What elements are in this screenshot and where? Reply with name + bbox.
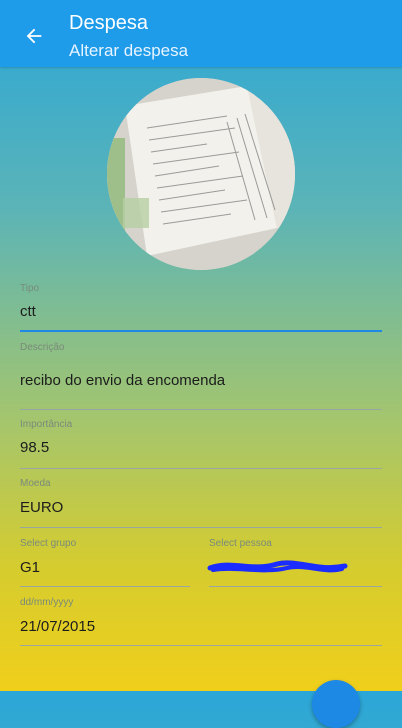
descricao-underline [20, 409, 382, 410]
pessoa-underline [209, 586, 382, 587]
receipt-photo[interactable] [107, 78, 295, 270]
data-underline [20, 645, 382, 646]
importancia-input[interactable]: 98.5 [20, 438, 49, 458]
redaction-scribble [207, 560, 348, 573]
descricao-label: Descrição [20, 342, 65, 353]
app-bar: Despesa Alterar despesa [0, 0, 402, 67]
data-input[interactable]: 21/07/2015 [20, 617, 95, 637]
back-button[interactable] [14, 20, 54, 52]
importancia-label: Importância [20, 419, 73, 430]
grupo-label: Select grupo [20, 538, 77, 549]
tipo-input[interactable]: ctt [20, 302, 36, 322]
grupo-underline [20, 586, 190, 587]
receipt-photo-image [107, 78, 295, 270]
tipo-underline [20, 330, 382, 332]
moeda-input[interactable]: EURO [20, 498, 63, 518]
tipo-label: Tipo [20, 283, 40, 294]
data-label: dd/mm/yyyy [20, 597, 74, 608]
descricao-input[interactable]: recibo do envio da encomenda [20, 371, 225, 391]
arrow-left-icon [26, 28, 42, 44]
page-title: Despesa [69, 12, 148, 34]
save-fab-button[interactable] [312, 680, 360, 728]
page-subtitle: Alterar despesa [69, 41, 189, 60]
moeda-label: Moeda [20, 478, 51, 489]
pessoa-label: Select pessoa [209, 538, 272, 549]
moeda-underline [20, 527, 382, 528]
importancia-underline [20, 468, 382, 469]
grupo-select[interactable]: G1 [20, 558, 40, 578]
